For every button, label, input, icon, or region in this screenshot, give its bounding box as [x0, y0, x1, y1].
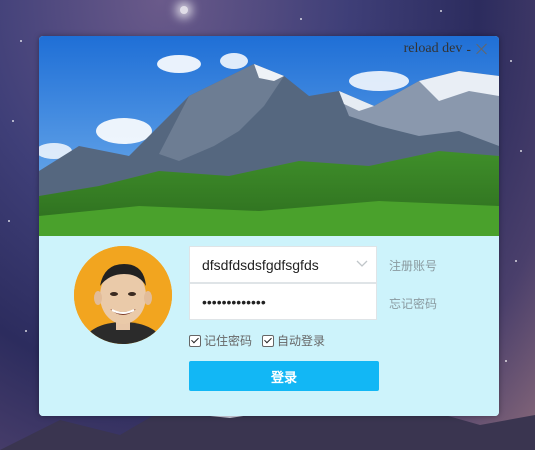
login-panel: 注册账号 忘记密码 记住密码 自动登录 登录 — [39, 236, 499, 416]
remember-password-label: 记住密码 — [204, 334, 253, 348]
window-titlebar: reload dev - — [404, 41, 489, 57]
username-input[interactable] — [200, 255, 354, 274]
login-button[interactable]: 登录 — [189, 361, 379, 391]
password-field[interactable] — [189, 283, 377, 320]
forgot-password-link[interactable]: 忘记密码 — [389, 295, 437, 312]
minimize-button[interactable]: - — [466, 41, 471, 57]
register-account-link[interactable]: 注册账号 — [389, 257, 437, 274]
chevron-down-icon[interactable] — [356, 260, 368, 268]
checkbox-checked-icon[interactable] — [189, 334, 201, 347]
login-window: reload dev - 注册账号 忘记密码 — [39, 36, 499, 416]
username-field[interactable] — [189, 246, 377, 283]
password-input[interactable] — [200, 292, 354, 311]
avatar — [74, 246, 172, 344]
banner-landscape-image — [39, 36, 499, 236]
auto-login-checkbox[interactable]: 自动登录 — [262, 332, 325, 349]
login-options: 记住密码 自动登录 — [189, 332, 325, 349]
auto-login-label: 自动登录 — [277, 334, 326, 348]
window-title: reload dev — [403, 41, 463, 56]
checkbox-checked-icon[interactable] — [262, 334, 275, 347]
close-icon[interactable] — [475, 42, 489, 56]
remember-password-checkbox[interactable]: 记住密码 — [189, 332, 252, 349]
